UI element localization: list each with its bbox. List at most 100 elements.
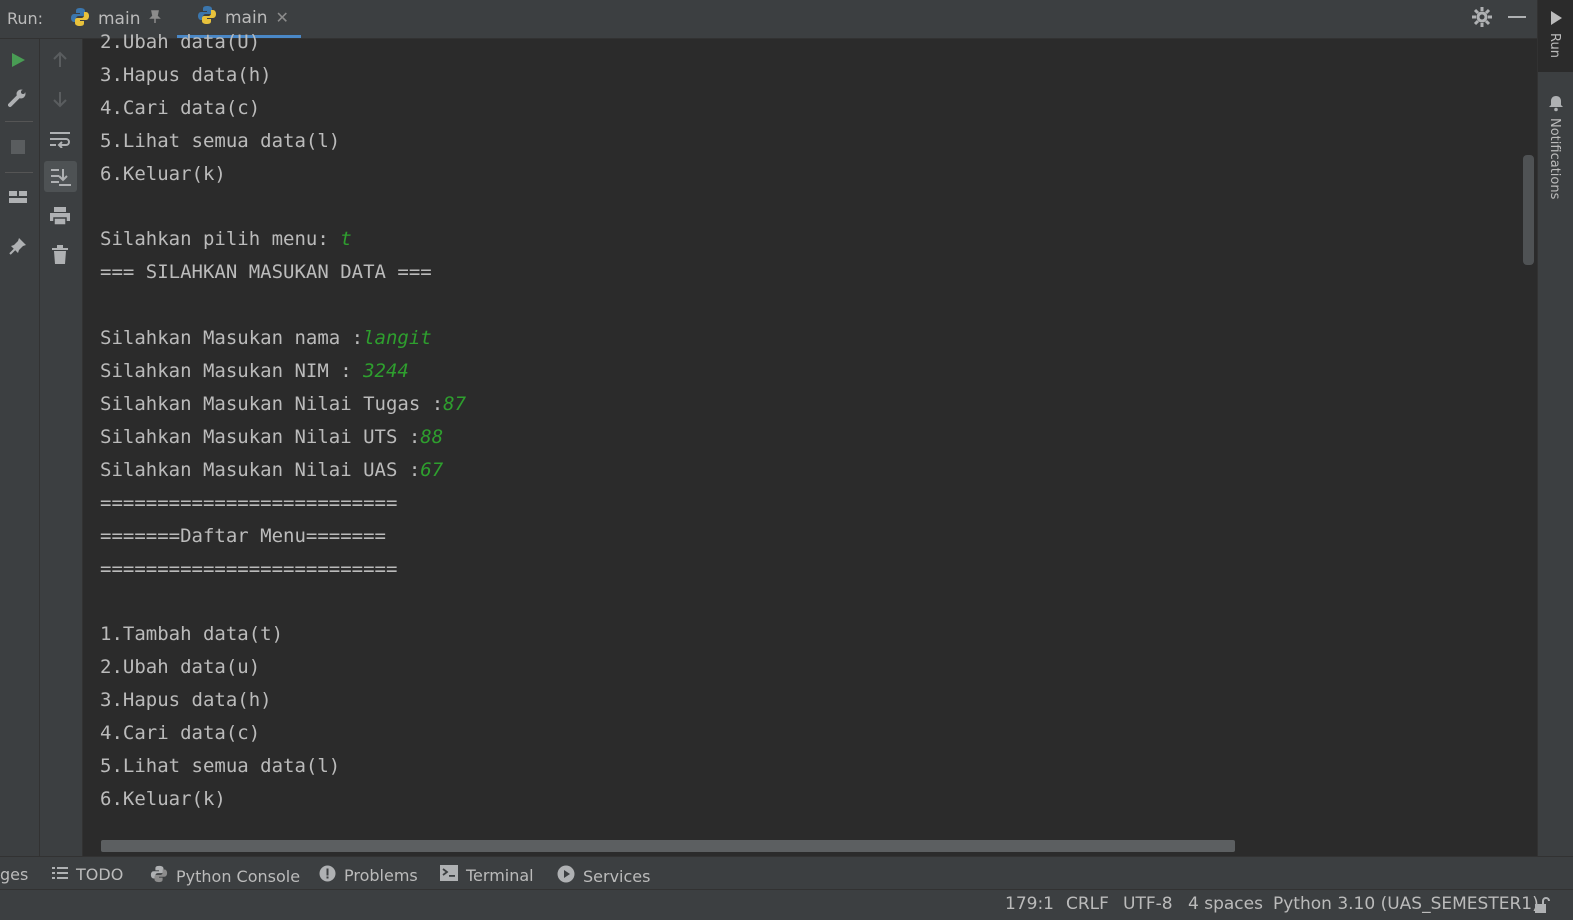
tool-window-label: TODO — [76, 865, 124, 884]
tool-window-bar: ges TODO Python Console Problems Termina… — [0, 856, 1573, 890]
console-line — [100, 585, 466, 618]
console-text: 6.Keluar(k) — [100, 162, 226, 185]
console-output[interactable]: 2.Ubah data(U) 3.Hapus data(h) 4.Cari data… — [100, 26, 466, 816]
tool-window-label: Python Console — [176, 866, 301, 886]
tool-window-services[interactable]: Services — [557, 865, 650, 887]
console-line: 5.Lihat semua data(l) — [100, 125, 466, 158]
close-icon[interactable]: ✕ — [275, 8, 288, 27]
console-line: 4.Cari data(c) — [100, 717, 466, 750]
bell-icon[interactable] — [1547, 94, 1565, 116]
notifications-label[interactable]: Notifications — [1547, 118, 1562, 199]
console-line: 3.Hapus data(h) — [100, 684, 466, 717]
console-text: 4.Cari data(c) — [100, 722, 261, 745]
tool-window-terminal[interactable]: Terminal — [440, 865, 534, 885]
divider — [5, 172, 33, 173]
scroll-to-end-icon — [50, 167, 72, 191]
scroll-to-end-button[interactable] — [44, 161, 77, 192]
console-line: Silahkan pilih menu: t — [100, 223, 466, 256]
python-icon — [70, 7, 90, 32]
console-line: 5.Lihat semua data(l) — [100, 750, 466, 783]
terminal-icon — [440, 865, 458, 885]
tool-window-label: Problems — [344, 866, 418, 885]
console-user-input: 3244 — [363, 360, 409, 383]
status-bar: 179:1 CRLF UTF-8 4 spaces Python 3.10 (U… — [0, 889, 1573, 920]
console-text: Silahkan Masukan Nilai UTS : — [100, 425, 421, 448]
console-line: Silahkan Masukan Nilai UAS :67 — [100, 454, 466, 487]
print-icon[interactable] — [45, 201, 75, 231]
tool-window-label: Terminal — [466, 865, 534, 885]
pin-tab-icon[interactable] — [3, 231, 33, 261]
line-separator[interactable]: CRLF — [1066, 894, 1109, 914]
arrow-up-icon[interactable] — [45, 45, 75, 75]
console-text: Silahkan Masukan Nilai Tugas : — [100, 392, 444, 415]
run-strip-button[interactable]: Run — [1538, 0, 1573, 72]
tab-label: main — [225, 7, 268, 28]
console-line: 1.Tambah data(t) — [100, 618, 466, 651]
console-line: ========================== — [100, 553, 466, 586]
gear-icon[interactable] — [1471, 6, 1493, 32]
run-arrow-icon — [1549, 10, 1563, 30]
python-icon — [150, 865, 168, 887]
arrow-down-icon[interactable] — [45, 84, 75, 114]
wrench-icon[interactable] — [3, 83, 33, 113]
console-user-input: 67 — [420, 458, 444, 481]
soft-wrap-icon[interactable] — [45, 124, 75, 154]
console-line: Silahkan Masukan Nilai UTS :88 — [100, 421, 466, 454]
minimize-icon[interactable] — [1507, 7, 1527, 31]
console-user-input: 88 — [420, 425, 444, 448]
divider — [5, 121, 33, 122]
vertical-scrollbar[interactable] — [1523, 155, 1534, 265]
stop-icon[interactable] — [3, 132, 33, 162]
lock-icon[interactable] — [1533, 896, 1551, 918]
console-line: 2.Ubah data(U) — [100, 26, 466, 59]
tool-window-problems[interactable]: Problems — [319, 865, 418, 886]
console-text: 3.Hapus data(h) — [100, 63, 272, 86]
trash-icon[interactable] — [45, 240, 75, 270]
caret-position[interactable]: 179:1 — [1005, 894, 1054, 914]
console-text: Silahkan Masukan NIM : — [100, 360, 364, 383]
console-text: ========================== — [100, 491, 398, 514]
run-strip-label: Run — [1547, 33, 1562, 58]
play-circle-icon — [557, 865, 575, 887]
console-text: 5.Lihat semua data(l) — [100, 129, 341, 152]
console-line: =======Daftar Menu======= — [100, 520, 466, 553]
console-user-input: t — [340, 228, 352, 251]
console-line: ========================== — [100, 487, 466, 520]
console-text: 6.Keluar(k) — [100, 787, 226, 810]
console-line: Silahkan Masukan Nilai Tugas :87 — [100, 388, 466, 421]
file-encoding[interactable]: UTF-8 — [1123, 894, 1173, 914]
run-label: Run: — [7, 9, 44, 28]
rerun-icon[interactable] — [3, 45, 33, 75]
info-icon — [319, 865, 336, 886]
console-text: Silahkan Masukan nama : — [100, 327, 364, 350]
console-text: 2.Ubah data(u) — [100, 656, 261, 679]
console-text: 1.Tambah data(t) — [100, 623, 284, 646]
console-line: Silahkan Masukan nama :langit — [100, 322, 466, 355]
console-text: ========================== — [100, 557, 398, 580]
console-text: 5.Lihat semua data(l) — [100, 754, 341, 777]
horizontal-scrollbar[interactable] — [101, 840, 1235, 852]
layout-icon[interactable] — [3, 182, 33, 212]
indent-setting[interactable]: 4 spaces — [1188, 894, 1263, 914]
console-line: 4.Cari data(c) — [100, 92, 466, 125]
console-text: 3.Hapus data(h) — [100, 689, 272, 712]
console-user-input: 87 — [443, 392, 467, 415]
tool-window-label: ges — [0, 865, 29, 884]
tool-window-changes[interactable]: ges — [0, 865, 28, 884]
run-actions-bar — [0, 39, 40, 856]
console-line: 3.Hapus data(h) — [100, 59, 466, 92]
console-line — [100, 289, 466, 322]
console-line: === SILAHKAN MASUKAN DATA === — [100, 256, 466, 289]
console-text: === SILAHKAN MASUKAN DATA === — [100, 261, 432, 284]
console-line: 2.Ubah data(u) — [100, 651, 466, 684]
tool-window-todo[interactable]: TODO — [52, 865, 123, 884]
console-text: Silahkan Masukan Nilai UAS : — [100, 458, 421, 481]
console-text: 2.Ubah data(U) — [100, 31, 261, 53]
console-line: Silahkan Masukan NIM : 3244 — [100, 355, 466, 388]
tool-window-python-console[interactable]: Python Console — [150, 865, 300, 887]
console-text: 4.Cari data(c) — [100, 96, 261, 119]
python-interpreter[interactable]: Python 3.10 (UAS_SEMESTER1) — [1273, 894, 1539, 914]
